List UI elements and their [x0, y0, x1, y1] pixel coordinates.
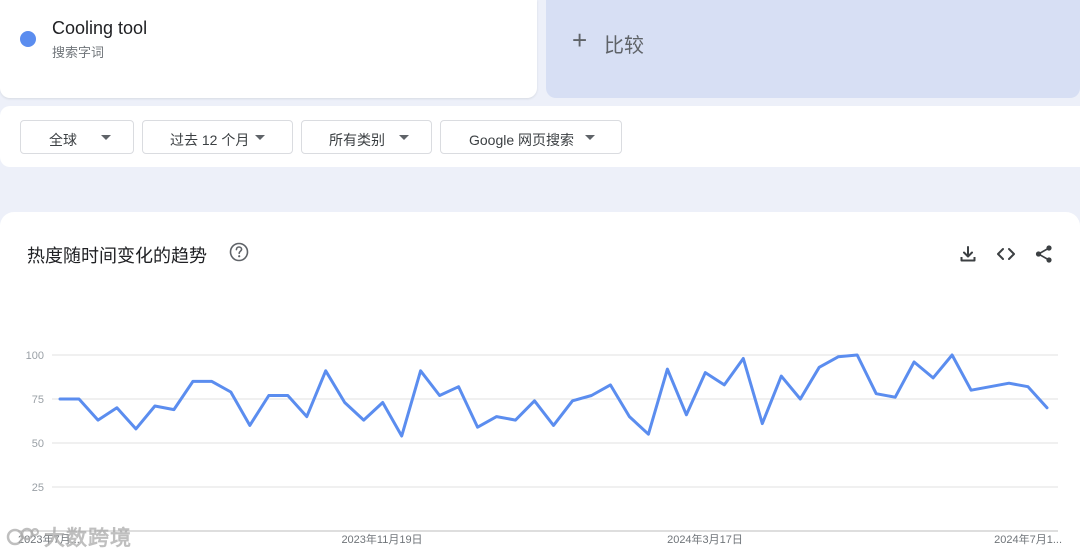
x-tick-label: 2023年11月19日	[341, 532, 422, 546]
y-tick-label: 100	[26, 350, 44, 362]
y-tick-label: 75	[32, 394, 44, 406]
watermark: 大数跨境	[6, 522, 132, 552]
x-tick-label: 2024年3月17日	[667, 532, 743, 546]
x-tick-label: 2024年7月1...	[994, 532, 1062, 546]
y-tick-label: 50	[32, 438, 44, 450]
y-tick-label: 25	[32, 482, 44, 494]
watermark-text: 大数跨境	[44, 527, 132, 550]
series-line-cooling-tool[interactable]	[58, 353, 1049, 438]
trend-line-chart: 2550751002023年7月... 2023年11月19日 2024年3月17日…	[18, 350, 1062, 546]
watermark-logo	[6, 527, 39, 546]
